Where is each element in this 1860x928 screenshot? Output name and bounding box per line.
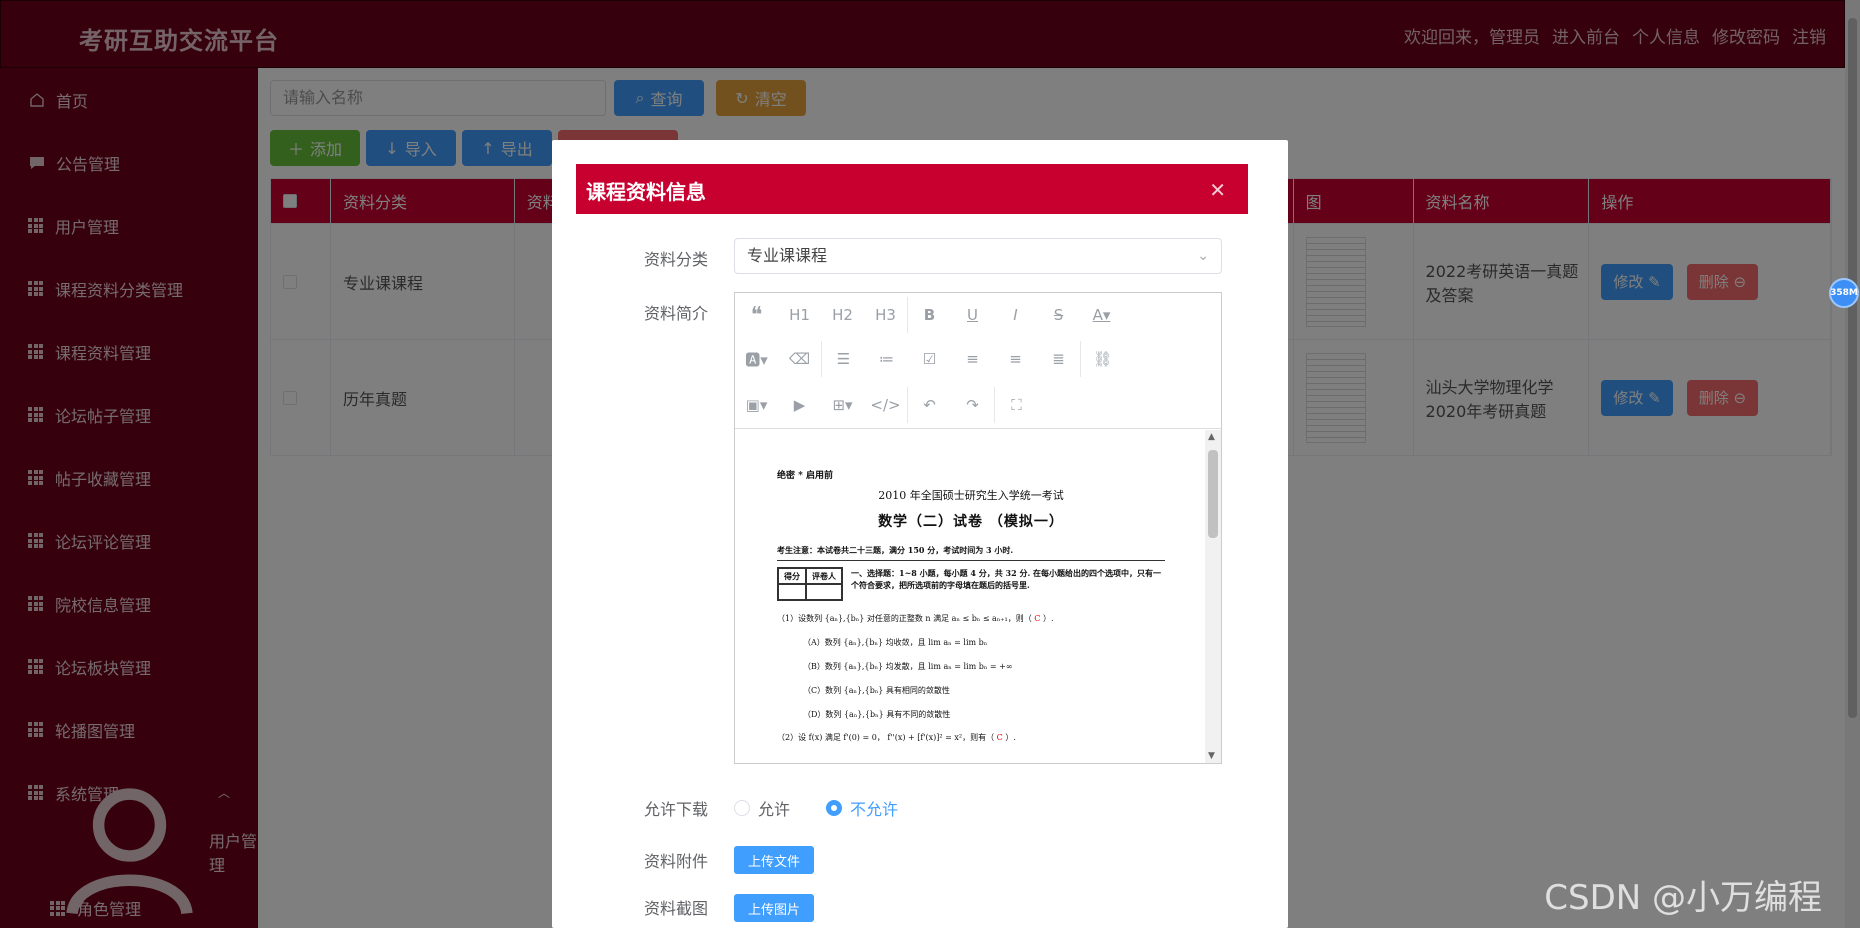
download-label: 允许下载 bbox=[643, 800, 708, 819]
score-box: 得分 评卷人 bbox=[777, 567, 843, 601]
code-icon[interactable]: </> bbox=[864, 396, 907, 414]
category-select[interactable]: 专业课课程 ⌄ bbox=[734, 238, 1222, 274]
underline-icon[interactable]: U bbox=[951, 306, 994, 324]
h3-button[interactable]: H3 bbox=[864, 306, 907, 324]
strikethrough-icon[interactable]: S bbox=[1037, 306, 1080, 324]
doc-option: （D）数列 {aₙ},{bₙ} 具有不同的敛散性 bbox=[803, 710, 951, 719]
table-icon[interactable]: ⊞▾ bbox=[821, 396, 864, 414]
h1-button[interactable]: H1 bbox=[778, 306, 821, 324]
video-icon[interactable]: ▶ bbox=[778, 396, 821, 414]
dialog-title: 课程资料信息 bbox=[586, 180, 706, 204]
doc-option: （B）数列 {aₙ},{bₙ} 均发散，且 lim aₙ = lim bₙ = … bbox=[803, 662, 1013, 671]
quote-icon[interactable]: ❝ bbox=[735, 303, 778, 328]
dialog-header: 课程资料信息 ✕ bbox=[576, 164, 1248, 214]
question-close: ）. bbox=[1042, 614, 1054, 623]
radio-dot[interactable] bbox=[826, 800, 843, 816]
justify-icon[interactable]: ≣ bbox=[1037, 350, 1080, 368]
font-color-icon[interactable]: A▾ bbox=[1080, 306, 1123, 324]
intro-label: 资料简介 bbox=[643, 304, 708, 323]
radio-label: 允许 bbox=[758, 800, 791, 819]
doc-question: （1）设数列 {aₙ},{bₙ} 对任意的正整数 n 满足 aₙ ≤ bₙ ≤ … bbox=[777, 613, 1165, 624]
doc-secret: 绝密 * 启用前 bbox=[777, 471, 833, 481]
chevron-down-icon: ⌄ bbox=[1197, 248, 1209, 264]
upload-file-button[interactable]: 上传文件 bbox=[734, 846, 814, 874]
italic-icon[interactable]: I bbox=[994, 306, 1037, 324]
question-close: ）. bbox=[1005, 733, 1016, 742]
fullscreen-icon[interactable]: ⛶ bbox=[995, 396, 1038, 414]
question-answer: C bbox=[996, 733, 1003, 742]
doc-score-section: 得分 评卷人 一、选择题：1~8 小题，每小题 4 分，共 32 分. 在每小题… bbox=[777, 567, 1165, 601]
image-icon[interactable]: ▣▾ bbox=[735, 396, 778, 414]
eraser-icon[interactable]: ⌫ bbox=[778, 350, 821, 368]
redo-icon[interactable]: ↷ bbox=[951, 396, 994, 414]
watermark: CSDN @小万编程 bbox=[1544, 878, 1822, 918]
align-left-icon[interactable]: ≡ bbox=[951, 350, 994, 368]
h2-button[interactable]: H2 bbox=[821, 306, 864, 324]
radio-disallow[interactable]: 不允许 bbox=[826, 796, 898, 820]
doc-note: 考生注意：本试卷共二十三题，满分 150 分，考试时间为 3 小时. bbox=[777, 545, 1165, 561]
editor-toolbar: ❝ H1 H2 H3 B U I S A▾ 🅰▾ ⌫ ☰ ≔ ☑ ≡ ≡ ≣ ⛓… bbox=[735, 293, 1221, 429]
doc-subtitle: 数学（二）试卷 （模拟一） bbox=[878, 514, 1064, 530]
bullet-list-icon[interactable]: ☰ bbox=[822, 350, 865, 368]
screenshot-label: 资料截图 bbox=[643, 899, 708, 918]
editor-scrollbar[interactable]: ▲ ▼ bbox=[1205, 430, 1221, 763]
doc-title: 2010 年全国硕士研究生入学统一考试 bbox=[878, 489, 1064, 502]
download-radio-group: 允许 不允许 bbox=[734, 796, 898, 820]
doc-option: （C）数列 {aₙ},{bₙ} 具有相同的敛散性 bbox=[803, 686, 950, 695]
category-label: 资料分类 bbox=[643, 250, 708, 269]
radio-allow[interactable]: 允许 bbox=[734, 796, 790, 820]
background-color-icon[interactable]: 🅰▾ bbox=[735, 349, 778, 370]
rich-text-editor: ❝ H1 H2 H3 B U I S A▾ 🅰▾ ⌫ ☰ ≔ ☑ ≡ ≡ ≣ ⛓… bbox=[734, 292, 1222, 764]
grader-header: 评卷人 bbox=[806, 568, 842, 584]
radio-dot[interactable] bbox=[734, 800, 750, 816]
bold-icon[interactable]: B bbox=[908, 306, 951, 324]
category-value: 专业课课程 bbox=[747, 246, 828, 265]
memory-badge[interactable]: 358M bbox=[1829, 278, 1859, 308]
upload-image-button[interactable]: 上传图片 bbox=[734, 894, 814, 922]
doc-option: （A）数列 {aₙ},{bₙ} 均收敛，且 lim aₙ = lim bₙ bbox=[803, 638, 988, 647]
align-right-icon[interactable]: ≡ bbox=[994, 350, 1037, 368]
attachment-label: 资料附件 bbox=[643, 852, 708, 871]
numbered-list-icon[interactable]: ≔ bbox=[865, 350, 908, 368]
doc-section-text: 一、选择题：1~8 小题，每小题 4 分，共 32 分. 在每小题给出的四个选项… bbox=[851, 568, 1162, 590]
material-dialog: 课程资料信息 ✕ 资料分类 专业课课程 ⌄ 资料简介 ❝ H1 H2 H3 B … bbox=[552, 140, 1288, 928]
radio-label: 不允许 bbox=[850, 800, 899, 819]
editor-content[interactable]: 绝密 * 启用前 2010 年全国硕士研究生入学统一考试 数学（二）试卷 （模拟… bbox=[735, 430, 1205, 763]
link-icon[interactable]: ⛓ bbox=[1081, 350, 1124, 368]
question-answer: C bbox=[1034, 614, 1041, 623]
undo-icon[interactable]: ↶ bbox=[908, 396, 951, 414]
close-icon[interactable]: ✕ bbox=[1209, 178, 1226, 202]
question-text: （1）设数列 {aₙ},{bₙ} 对任意的正整数 n 满足 aₙ ≤ bₙ ≤ … bbox=[777, 614, 1032, 623]
score-header: 得分 bbox=[778, 568, 806, 584]
question-text: （2）设 f(x) 满足 f'(0) = 0， f''(x) + [f'(x)]… bbox=[777, 733, 995, 742]
doc-question: （2）设 f(x) 满足 f'(0) = 0， f''(x) + [f'(x)]… bbox=[777, 732, 1165, 743]
todo-icon[interactable]: ☑ bbox=[908, 350, 951, 368]
